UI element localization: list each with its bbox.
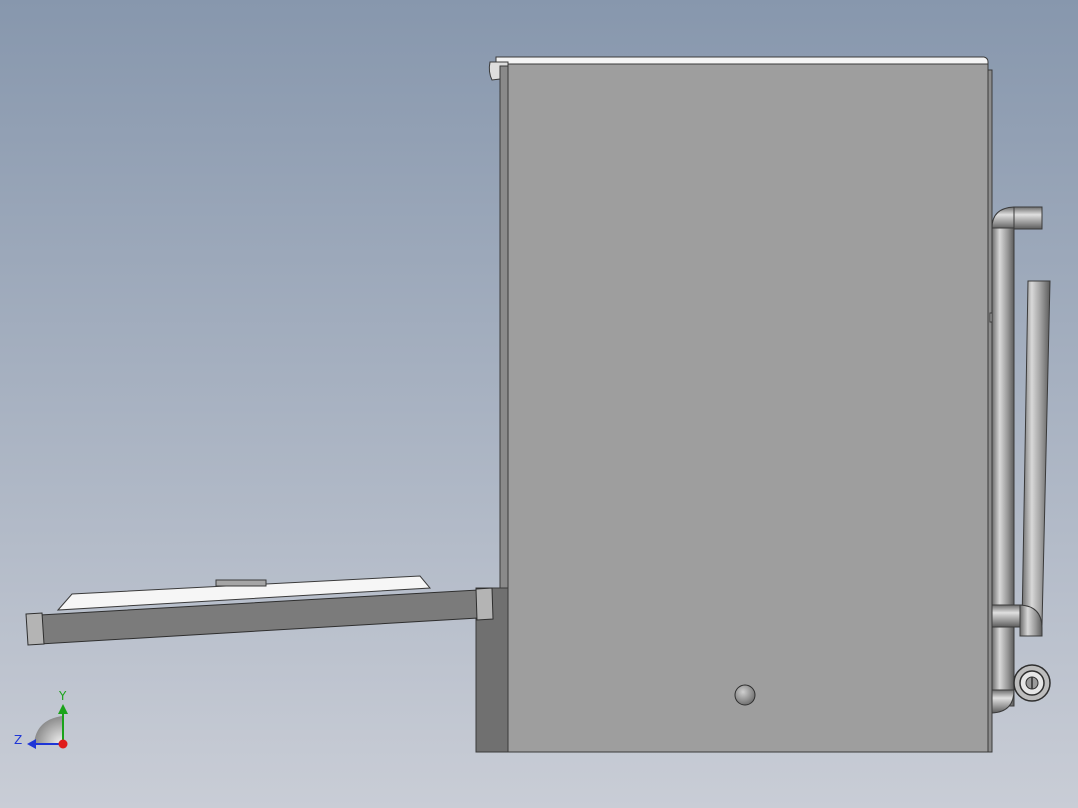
- cabinet-side-panel[interactable]: [507, 63, 989, 753]
- top-pipe-outlet[interactable]: [1013, 206, 1043, 230]
- cad-viewport[interactable]: Y Z: [0, 0, 1078, 808]
- vertical-drain-pipe[interactable]: [991, 225, 1015, 707]
- triad-x-axis: [58, 739, 68, 749]
- model-canvas[interactable]: Y Z: [0, 0, 1078, 808]
- tray-right-cap: [475, 587, 494, 621]
- tray-left-cap: [25, 612, 45, 646]
- lower-tee-pipe: [991, 604, 1023, 628]
- side-knob[interactable]: [734, 684, 756, 706]
- cabinet-back-edge: [987, 69, 993, 753]
- triad-y-label: Y: [58, 689, 67, 703]
- cabinet[interactable]: [475, 56, 1003, 753]
- tray-handle[interactable]: [215, 579, 267, 587]
- triad-z-label: Z: [14, 733, 22, 747]
